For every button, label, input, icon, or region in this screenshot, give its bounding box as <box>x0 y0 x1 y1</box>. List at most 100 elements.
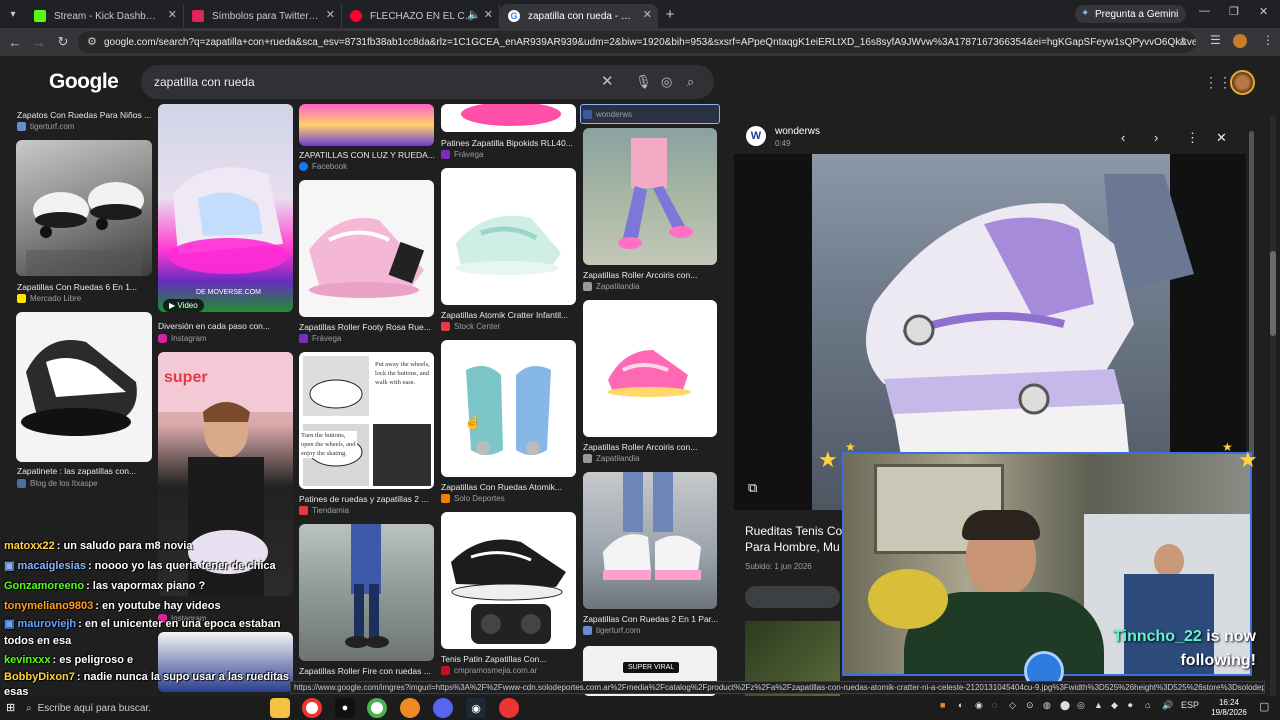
tray-icon[interactable]: ◐ <box>958 700 963 710</box>
result-image[interactable] <box>299 104 434 146</box>
profile-icon[interactable] <box>1233 34 1247 48</box>
close-tab-icon[interactable]: ✕ <box>326 8 335 21</box>
result-title[interactable]: Zapatillas Con Ruedas 2 En 1 Par... <box>583 614 719 624</box>
notifications-icon[interactable]: ▢ <box>1259 700 1269 713</box>
tab-simbolos[interactable]: Símbolos para Twitter: signos, l ✕ <box>184 4 342 28</box>
discord-icon[interactable] <box>433 698 453 718</box>
result-title[interactable]: Zapatillas Con Ruedas Atomik... <box>441 482 577 492</box>
result-title[interactable]: Zapatos Con Ruedas Para Niños ... <box>17 110 153 120</box>
result-title[interactable]: Patines Zapatilla Bipokids RLL40... <box>441 138 577 148</box>
result-title[interactable]: Zapatinete : las zapatillas con... <box>17 466 153 476</box>
result-source: Zapatilandia <box>583 282 640 291</box>
page-scrollbar-track[interactable] <box>1270 116 1276 696</box>
volume-icon[interactable]: 🔊 <box>1162 700 1173 711</box>
result-video-thumbnail[interactable]: DE MOVERSE.COM <box>158 104 293 312</box>
result-image[interactable]: Put away the wheels, lock the buttons, a… <box>299 352 434 489</box>
tray-icon[interactable]: ⊙ <box>1026 700 1034 711</box>
tray-icon[interactable]: ◇ <box>1009 700 1016 711</box>
instruction-text-1: Put away the wheels, lock the buttons, a… <box>375 361 430 386</box>
tray-icon[interactable]: ⏺ <box>1128 700 1133 711</box>
lens-search-icon[interactable]: ⧉ <box>748 480 757 496</box>
chrome-icon[interactable] <box>302 698 322 718</box>
visit-button[interactable] <box>745 586 840 608</box>
speaker-icon[interactable]: 🔈 <box>467 8 481 21</box>
result-title[interactable]: Tenis Patin Zapatillas Con... <box>441 654 577 664</box>
tray-icon[interactable]: ■ <box>940 700 945 710</box>
result-image[interactable] <box>299 524 434 661</box>
bookmark-star-icon[interactable]: ☆ <box>1177 34 1188 48</box>
tray-icon[interactable]: ▲ <box>1094 700 1103 710</box>
result-image[interactable] <box>441 168 576 305</box>
windows-start-icon[interactable]: ⊞ <box>6 701 15 714</box>
file-explorer-icon[interactable] <box>270 698 290 718</box>
tab-google-search[interactable]: G zapatilla con rueda - Buscar con ✕ <box>500 4 658 28</box>
result-image[interactable] <box>299 180 434 317</box>
result-image[interactable] <box>16 312 152 462</box>
chrome-profile-icon[interactable] <box>367 698 387 718</box>
search-icon[interactable]: ⌕ <box>687 74 694 90</box>
url-bar[interactable]: ⚙ google.com/search?q=zapatilla+con+rued… <box>78 31 1196 53</box>
search-input[interactable]: zapatilla con rueda ✕ 🎙 ◎ ⌕ <box>141 65 714 99</box>
result-image[interactable] <box>583 472 717 609</box>
preview-title[interactable]: Rueditas Tenis Co Para Hombre, Mu <box>745 523 845 555</box>
reload-icon[interactable]: ↻ <box>51 34 75 50</box>
result-title[interactable]: Patines de ruedas y zapatillas 2 ... <box>299 494 435 504</box>
result-image[interactable] <box>441 512 576 649</box>
result-title[interactable]: Diversión en cada paso con... <box>158 321 294 331</box>
result-title[interactable]: Zapatillas Roller Arcoiris con... <box>583 442 719 452</box>
more-options-icon[interactable]: ⋮ <box>1186 130 1199 146</box>
tray-icon[interactable]: ◌ <box>992 700 997 710</box>
obs-icon[interactable]: ● <box>335 698 355 718</box>
result-image[interactable] <box>441 340 576 477</box>
steam-icon[interactable]: ◉ <box>466 698 486 718</box>
previous-icon[interactable]: ‹ <box>1121 130 1125 145</box>
tray-icon[interactable]: ◎ <box>1077 700 1085 711</box>
back-icon[interactable]: ← <box>3 35 27 50</box>
page-scrollbar-thumb[interactable] <box>1270 251 1276 336</box>
close-tab-icon[interactable]: ✕ <box>168 8 177 21</box>
new-tab-button[interactable]: + <box>658 6 682 23</box>
restore-icon[interactable]: ❐ <box>1229 5 1239 18</box>
tray-icon[interactable]: ⬤ <box>1060 700 1070 711</box>
site-info-icon[interactable]: ⚙ <box>87 35 97 48</box>
tray-icon[interactable]: ◍ <box>1043 700 1051 711</box>
tray-icon[interactable]: ◆ <box>1111 700 1118 711</box>
google-logo[interactable]: Google <box>49 70 119 94</box>
tab-youtube[interactable]: FLECHAZO EN EL CENTRO 🔈 ✕ <box>342 4 500 28</box>
reading-list-icon[interactable]: ☰ <box>1210 33 1221 47</box>
forward-icon[interactable]: → <box>27 35 51 50</box>
mic-icon[interactable]: 🎙 <box>635 74 652 90</box>
close-preview-icon[interactable]: ✕ <box>1216 130 1227 146</box>
account-avatar[interactable] <box>1230 70 1255 95</box>
close-window-icon[interactable]: ✕ <box>1259 5 1268 18</box>
result-image[interactable] <box>441 104 576 132</box>
tray-icon[interactable]: ◉ <box>975 700 983 711</box>
result-title[interactable]: Zapatillas Roller Fire con ruedas ... <box>299 666 435 676</box>
preview-source-name[interactable]: wonderws <box>775 126 820 137</box>
panel-scrollbar-thumb[interactable] <box>1249 131 1254 461</box>
app-icon[interactable] <box>400 698 420 718</box>
gemini-button[interactable]: ✦ Pregunta a Gemini <box>1075 5 1187 23</box>
result-image[interactable] <box>583 300 717 437</box>
result-title[interactable]: Zapatillas Atomik Cratter Infantil... <box>441 310 577 320</box>
close-tab-icon[interactable]: ✕ <box>484 8 493 21</box>
minimize-icon[interactable]: — <box>1199 5 1210 17</box>
lens-icon[interactable]: ◎ <box>661 74 672 90</box>
language-indicator[interactable]: ESP <box>1181 700 1199 710</box>
result-title[interactable]: Zapatillas Con Ruedas 6 En 1... <box>17 282 153 292</box>
network-icon[interactable]: ⌂ <box>1145 700 1150 710</box>
result-title[interactable]: ZAPATILLAS CON LUZ Y RUEDA... <box>299 150 435 160</box>
clear-icon[interactable]: ✕ <box>601 72 614 90</box>
result-title[interactable]: Zapatillas Roller Arcoiris con... <box>583 270 719 280</box>
browser-menu-icon[interactable]: ⋮ <box>1262 33 1274 47</box>
taskbar-clock[interactable]: 16:24 19/8/2026 <box>1209 698 1249 718</box>
tab-kick[interactable]: Stream - Kick Dashboard ✕ <box>26 4 184 28</box>
result-image[interactable] <box>583 128 717 265</box>
result-title[interactable]: Zapatillas Roller Footy Rosa Rue... <box>299 322 435 332</box>
tab-search-button[interactable]: ▾ <box>0 0 26 28</box>
next-icon[interactable]: › <box>1154 130 1158 145</box>
app-icon[interactable] <box>499 698 519 718</box>
result-image[interactable] <box>16 140 152 276</box>
close-tab-icon[interactable]: ✕ <box>643 8 652 21</box>
taskbar-search[interactable]: ⌕ Escribe aquí para buscar. <box>26 699 258 717</box>
